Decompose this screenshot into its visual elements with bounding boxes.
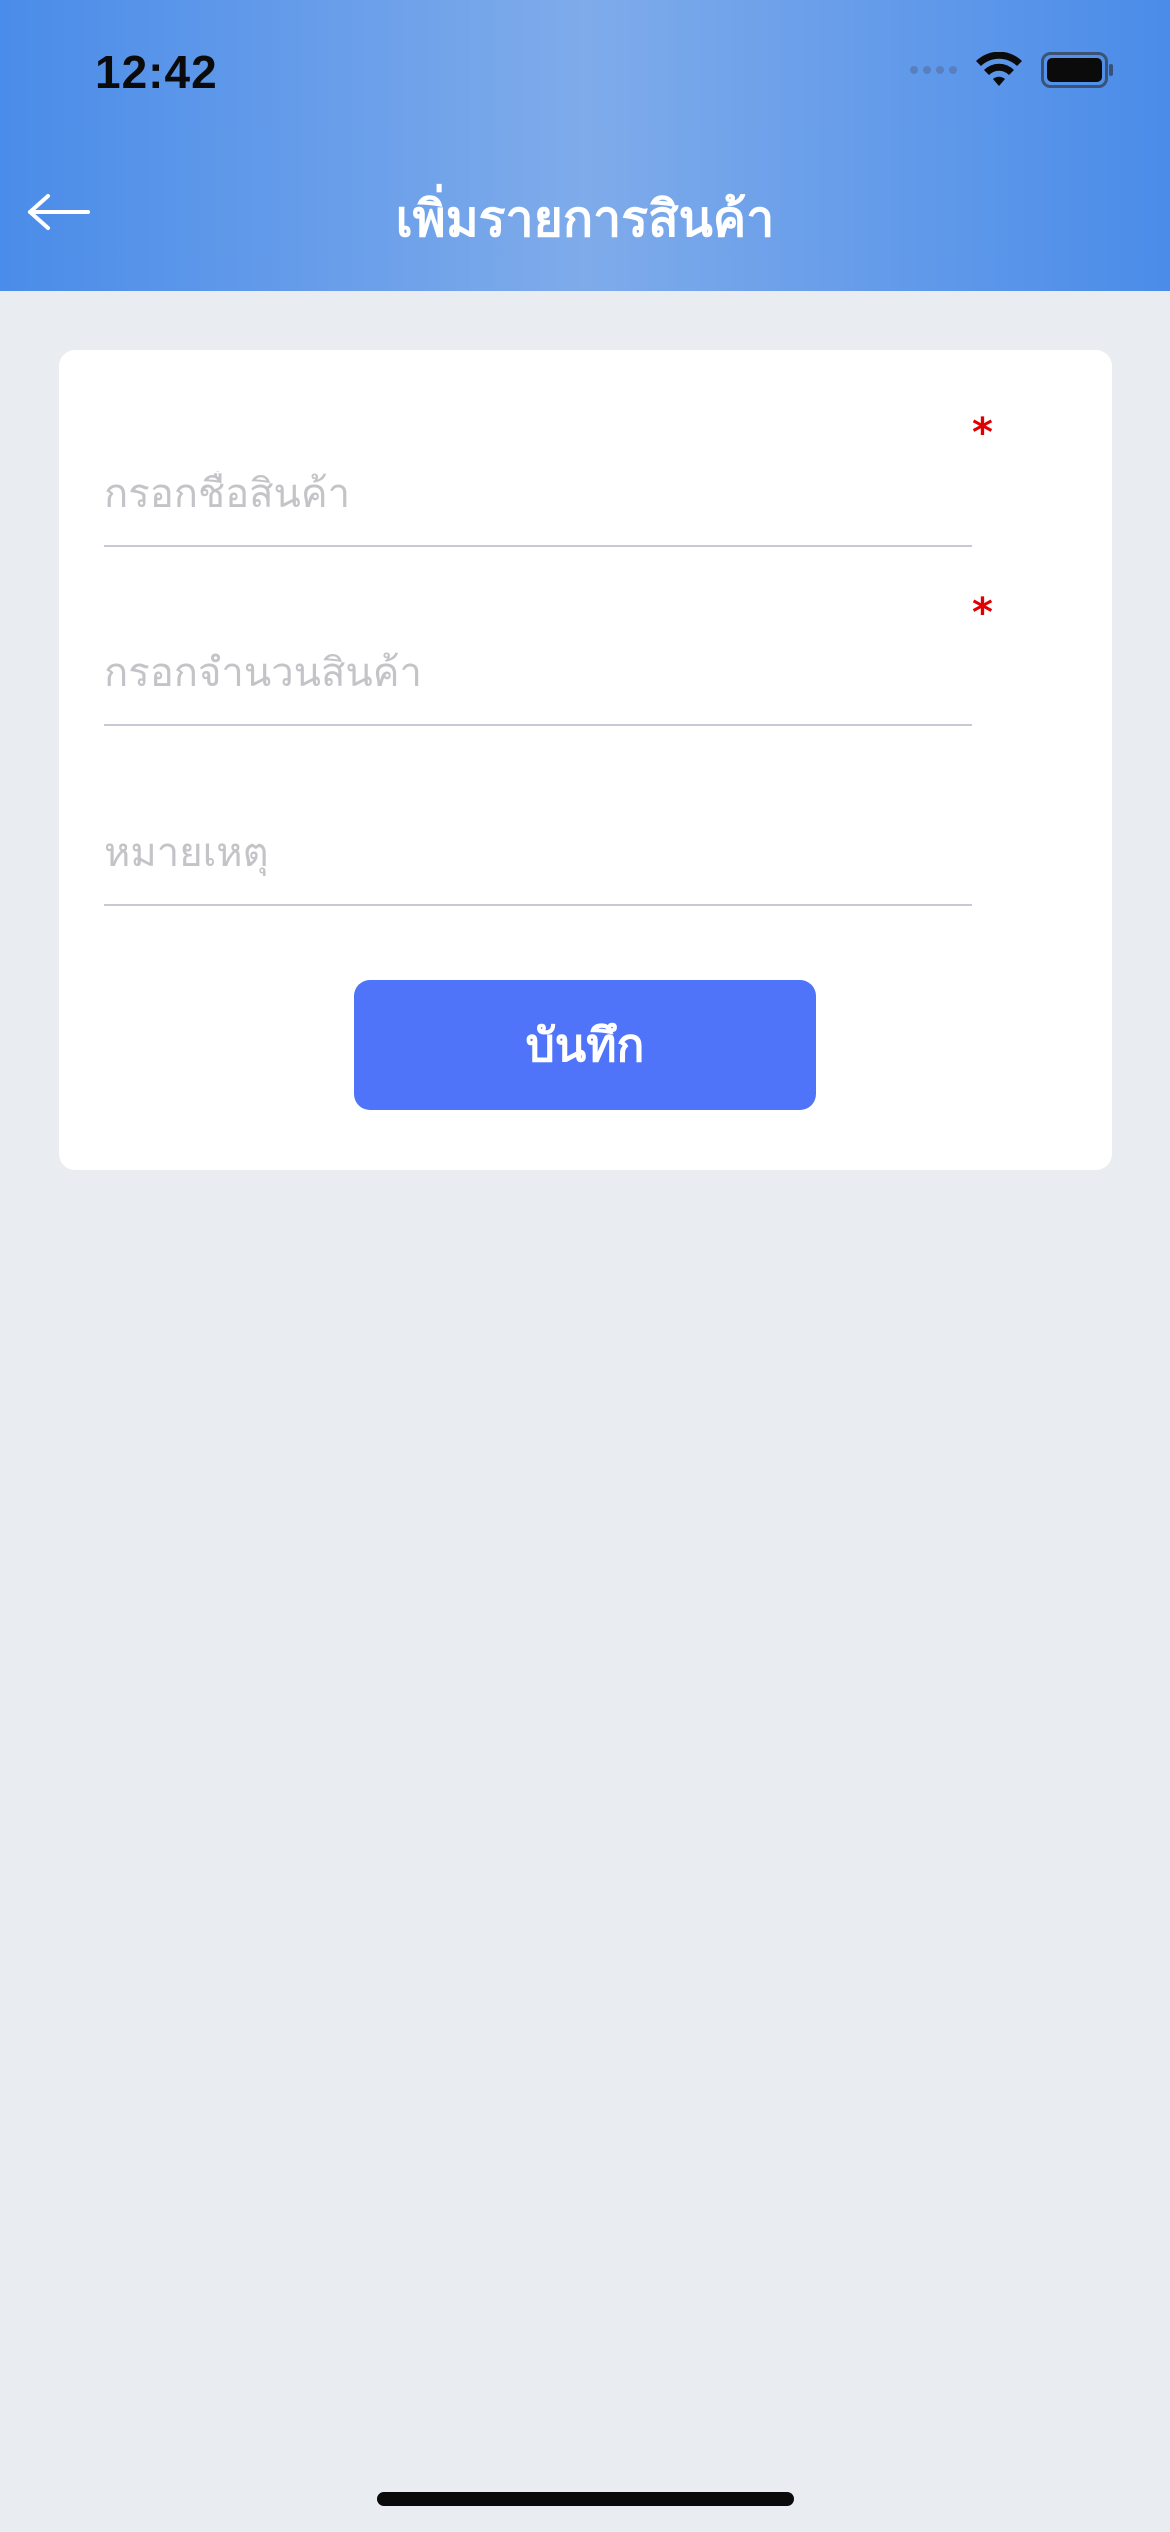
status-icons — [910, 52, 1115, 88]
quantity-required-mark: * — [972, 590, 993, 636]
note-input[interactable] — [104, 830, 972, 876]
product-name-field — [104, 433, 972, 547]
home-indicator[interactable] — [377, 2492, 794, 2506]
quantity-field — [104, 612, 972, 726]
page-title: เพิ่มรายการสินค้า — [395, 190, 775, 248]
save-button[interactable]: บันทึก — [354, 980, 816, 1110]
cellular-signal-icon — [910, 66, 957, 74]
wifi-icon — [976, 52, 1022, 86]
app-header: 12:42 เพิ่มรายการสินค้า — [0, 0, 1170, 291]
form-card: * * บันทึก — [59, 350, 1112, 1170]
product-name-required-mark: * — [972, 410, 993, 456]
battery-icon — [1041, 52, 1113, 88]
product-name-input[interactable] — [104, 471, 972, 517]
note-field — [104, 792, 972, 906]
status-time: 12:42 — [95, 46, 218, 98]
quantity-input[interactable] — [104, 650, 972, 696]
